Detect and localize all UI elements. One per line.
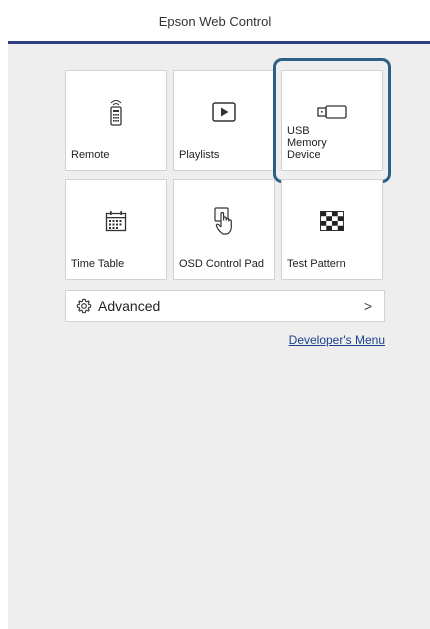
- remote-icon: [66, 97, 166, 127]
- usb-memory-icon: [282, 97, 382, 127]
- app-header: Epson Web Control: [0, 0, 430, 42]
- usb-memory-device-tile[interactable]: USB Memory Device: [281, 70, 383, 171]
- remote-label: Remote: [71, 149, 110, 161]
- advanced-label: Advanced: [98, 298, 161, 314]
- touch-hand-icon: [174, 206, 274, 236]
- test-pattern-label: Test Pattern: [287, 258, 346, 270]
- chevron-right-icon: >: [363, 298, 372, 314]
- developers-menu-link[interactable]: Developer's Menu: [289, 333, 385, 347]
- checkerboard-icon: [282, 206, 382, 236]
- time-table-tile[interactable]: Time Table: [65, 179, 167, 280]
- test-pattern-tile[interactable]: Test Pattern: [281, 179, 383, 280]
- usb-memory-device-label: USB Memory Device: [287, 125, 327, 161]
- time-table-label: Time Table: [71, 258, 125, 270]
- osd-control-pad-label: OSD Control Pad: [179, 258, 264, 270]
- osd-control-pad-tile[interactable]: OSD Control Pad: [173, 179, 275, 280]
- remote-tile[interactable]: Remote: [65, 70, 167, 171]
- calendar-icon: [66, 206, 166, 236]
- advanced-button[interactable]: Advanced >: [65, 290, 385, 322]
- page-title: Epson Web Control: [158, 13, 272, 29]
- gear-icon: [76, 298, 92, 314]
- play-icon: [174, 97, 274, 127]
- playlists-tile[interactable]: Playlists: [173, 70, 275, 171]
- playlists-label: Playlists: [179, 149, 220, 161]
